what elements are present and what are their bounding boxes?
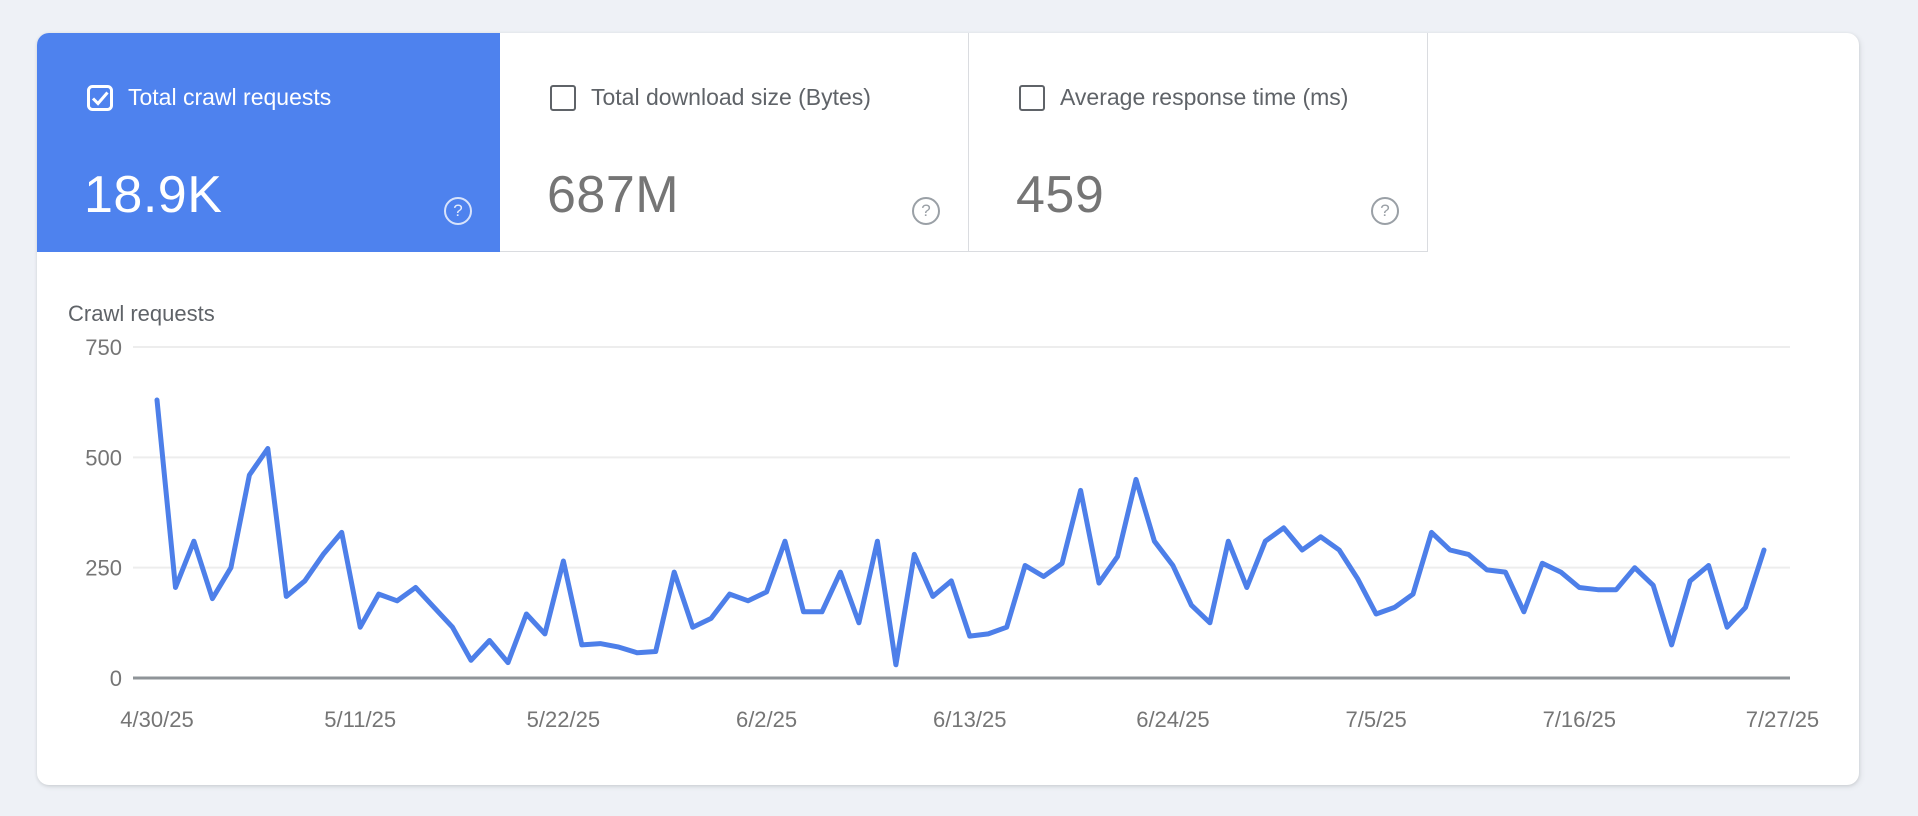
page: Total crawl requests 18.9K ? Total downl… bbox=[0, 0, 1918, 816]
y-tick-label: 250 bbox=[85, 556, 122, 581]
crawl-requests-line-chart: 0 250 500 750 4/30/25 5/11/25 5/22/25 6/2/25 6/1… bbox=[85, 335, 1819, 732]
x-tick-label: 7/27/25 bbox=[1746, 707, 1819, 732]
x-tick-label: 6/2/25 bbox=[736, 707, 797, 732]
y-tick-label: 0 bbox=[110, 666, 122, 691]
y-tick-label: 500 bbox=[85, 445, 122, 470]
crawl-stats-panel: Total crawl requests 18.9K ? Total downl… bbox=[37, 33, 1859, 785]
x-tick-label: 7/5/25 bbox=[1346, 707, 1407, 732]
x-tick-label: 6/13/25 bbox=[933, 707, 1006, 732]
y-tick-label: 750 bbox=[85, 335, 122, 360]
x-tick-label: 4/30/25 bbox=[120, 707, 193, 732]
crawl-requests-series-line bbox=[154, 397, 1767, 668]
x-tick-label: 6/24/25 bbox=[1136, 707, 1209, 732]
x-tick-label: 7/16/25 bbox=[1543, 707, 1616, 732]
x-tick-label: 5/22/25 bbox=[527, 707, 600, 732]
x-tick-label: 5/11/25 bbox=[324, 707, 396, 732]
